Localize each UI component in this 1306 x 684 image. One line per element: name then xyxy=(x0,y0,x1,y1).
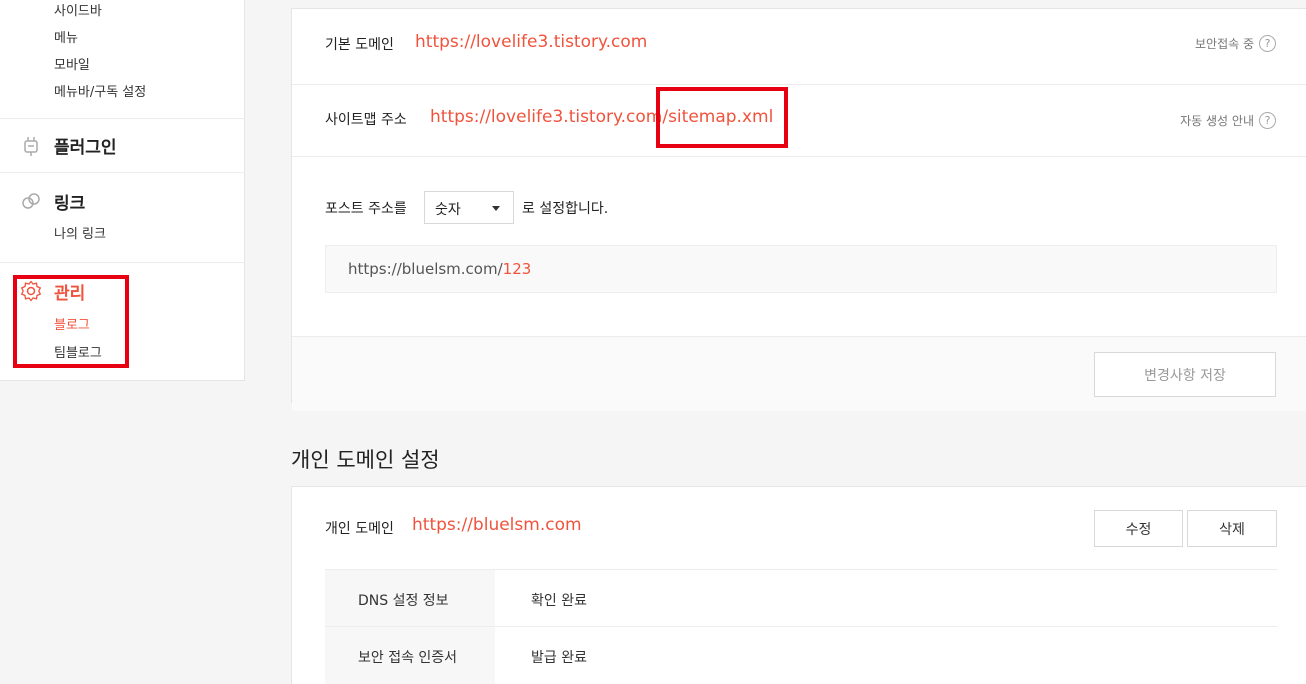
personal-domain-heading: 개인 도메인 설정 xyxy=(291,448,440,472)
post-address-select-value: 숫자 xyxy=(435,202,461,218)
sidebar-item-team-blog[interactable]: 팀블로그 xyxy=(54,342,102,361)
dns-info-key: DNS 설정 정보 xyxy=(325,570,495,627)
sidebar-divider xyxy=(0,262,245,263)
sitemap-auto-help[interactable]: 자동 생성 안내 ? xyxy=(1180,112,1276,129)
edit-button[interactable]: 수정 xyxy=(1094,510,1183,547)
sidebar-item-mobile[interactable]: 모바일 xyxy=(54,54,90,73)
row-divider xyxy=(292,84,1306,85)
personal-domain-url[interactable]: https://bluelsm.com xyxy=(412,515,582,535)
post-url-number: 123 xyxy=(502,260,532,278)
ssl-cert-value: 발급 완료 xyxy=(531,650,587,666)
sidebar-item-blog[interactable]: 블로그 xyxy=(54,314,90,333)
post-address-suffix: 로 설정합니다. xyxy=(522,201,609,217)
default-domain-url[interactable]: https://lovelife3.tistory.com xyxy=(415,32,647,52)
sidebar-section-link[interactable]: 링크 xyxy=(54,189,85,214)
sidebar-section-plugin[interactable]: 플러그인 xyxy=(54,133,117,158)
sitemap-url-file: sitemap.xml xyxy=(668,107,774,127)
post-url-preview: https://bluelsm.com/123 xyxy=(325,245,1277,293)
sidebar-section-manage[interactable]: 관리 xyxy=(54,279,85,304)
sidebar-divider xyxy=(0,172,245,173)
secure-connection-text: 보안접속 중 xyxy=(1194,37,1254,51)
row-divider xyxy=(292,156,1306,157)
sidebar: 사이드바 메뉴 모바일 메뉴바/구독 설정 플러그인 링크 나의 링크 관리 블… xyxy=(0,0,245,381)
gear-icon xyxy=(20,280,42,302)
default-domain-label: 기본 도메인 xyxy=(325,37,394,53)
caret-down-icon xyxy=(492,206,500,211)
dns-info-value: 확인 완료 xyxy=(531,593,587,609)
post-url-base: https://bluelsm.com/ xyxy=(348,260,503,278)
personal-domain-label: 개인 도메인 xyxy=(325,521,394,537)
link-icon xyxy=(22,193,40,209)
domain-status-table: DNS 설정 정보 확인 완료 보안 접속 인증서 발급 완료 xyxy=(325,569,1277,684)
sidebar-item-menubar-subscribe[interactable]: 메뉴바/구독 설정 xyxy=(54,81,146,100)
blog-domain-panel: 기본 도메인 https://lovelife3.tistory.com 보안접… xyxy=(291,8,1306,411)
sitemap-url-base: https://lovelife3.tistory.com/ xyxy=(430,107,669,127)
secure-connection-help[interactable]: 보안접속 중 ? xyxy=(1195,35,1276,52)
sidebar-item-my-links[interactable]: 나의 링크 xyxy=(54,223,106,242)
table-row: DNS 설정 정보 확인 완료 xyxy=(325,569,1277,627)
sidebar-divider xyxy=(0,118,245,119)
plugin-icon xyxy=(24,137,38,156)
table-row: 보안 접속 인증서 발급 완료 xyxy=(325,626,1277,684)
personal-domain-panel: 개인 도메인 https://bluelsm.com 수정 삭제 DNS 설정 … xyxy=(291,486,1306,684)
post-address-select[interactable]: 숫자 xyxy=(424,191,514,224)
post-address-prefix: 포스트 주소를 xyxy=(325,201,407,217)
sitemap-auto-text: 자동 생성 안내 xyxy=(1180,114,1254,128)
question-icon: ? xyxy=(1259,35,1276,52)
save-changes-button[interactable]: 변경사항 저장 xyxy=(1094,352,1276,397)
ssl-cert-key: 보안 접속 인증서 xyxy=(325,627,495,684)
sidebar-item-sidebar[interactable]: 사이드바 xyxy=(54,0,102,19)
sidebar-item-menu[interactable]: 메뉴 xyxy=(54,27,78,46)
sitemap-url[interactable]: https://lovelife3.tistory.com/sitemap.xm… xyxy=(430,107,773,127)
sitemap-label: 사이트맵 주소 xyxy=(325,112,407,128)
panel-footer: 변경사항 저장 xyxy=(292,336,1306,411)
question-icon: ? xyxy=(1259,112,1276,129)
delete-button[interactable]: 삭제 xyxy=(1187,510,1277,547)
